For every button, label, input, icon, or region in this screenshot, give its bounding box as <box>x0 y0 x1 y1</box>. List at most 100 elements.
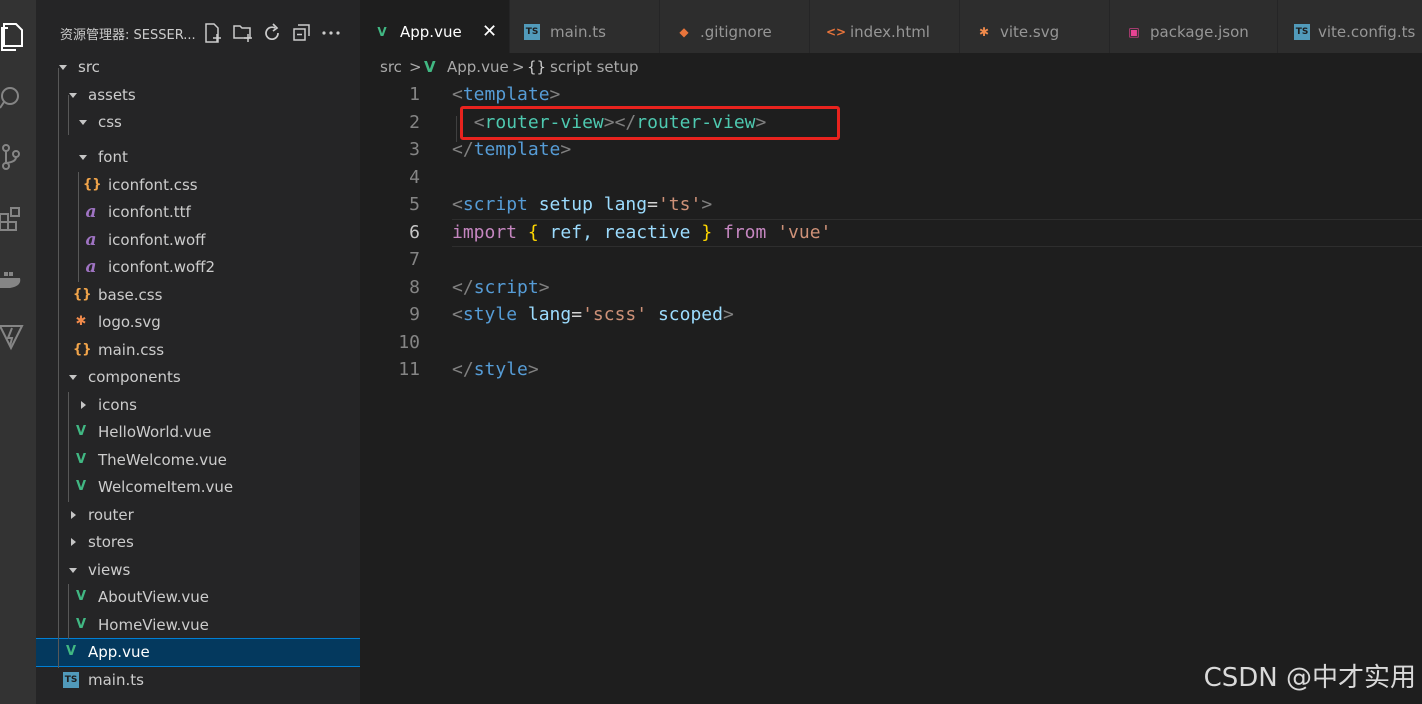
code-line-1: <template> <box>452 84 561 105</box>
chevron-down-icon[interactable] <box>68 563 78 577</box>
code-line-3: </template> <box>452 139 572 160</box>
docker-icon[interactable] <box>0 264 28 294</box>
tree-item-label: router <box>88 506 134 524</box>
css-file-icon: {} <box>73 342 92 357</box>
tree-item-label: iconfont.woff <box>108 231 206 249</box>
tree-indent-guide <box>68 584 69 639</box>
tree-item-iconfont-woff2[interactable]: a iconfont.woff2 <box>36 254 360 281</box>
svg-file-icon: ✱ <box>75 314 87 329</box>
explorer-header: 资源管理器: SESSER... <box>36 8 360 54</box>
ts-file-icon: TS <box>1294 24 1310 40</box>
tree-item-thewelcome-vue[interactable]: V TheWelcome.vue <box>36 447 360 474</box>
collapse-all-icon[interactable] <box>291 22 313 44</box>
line-number: 5 <box>409 194 420 215</box>
tree-item-iconfont-woff[interactable]: a iconfont.woff <box>36 227 360 254</box>
ts-file-icon: TS <box>524 24 540 40</box>
breadcrumb-folder[interactable]: src <box>380 58 402 76</box>
vue-file-icon: V <box>75 424 87 439</box>
tab-label: App.vue <box>400 23 462 41</box>
more-actions-icon[interactable] <box>320 22 342 44</box>
breadcrumb-file[interactable]: App.vue <box>447 58 509 76</box>
tree-item-label: css <box>98 113 122 131</box>
tree-item-assets[interactable]: assets <box>36 82 360 109</box>
tab-index-html[interactable]: <> index.html <box>810 0 960 53</box>
tree-item-logo-svg[interactable]: ✱ logo.svg <box>36 309 360 336</box>
chevron-down-icon[interactable] <box>78 115 88 129</box>
tree-item-main-ts[interactable]: TS main.ts <box>36 667 360 694</box>
chevron-down-icon[interactable] <box>68 88 78 102</box>
tree-item-helloworld-vue[interactable]: V HelloWorld.vue <box>36 419 360 446</box>
vue-file-icon: V <box>65 644 77 659</box>
chevron-right-icon[interactable] <box>78 398 88 412</box>
tab-main-ts[interactable]: TS main.ts <box>510 0 660 53</box>
tab-label: vite.svg <box>1000 23 1060 41</box>
search-icon[interactable] <box>0 82 28 112</box>
chevron-right-icon[interactable] <box>68 508 78 522</box>
new-file-icon[interactable] <box>202 22 224 44</box>
tree-indent-guide <box>78 172 79 282</box>
line-number: 8 <box>409 277 420 298</box>
tree-item-welcomeitem-vue[interactable]: V WelcomeItem.vue <box>36 474 360 501</box>
tree-item-aboutview-vue[interactable]: V AboutView.vue <box>36 584 360 611</box>
tree-item-label: iconfont.woff2 <box>108 258 216 276</box>
tree-indent-guide <box>68 95 69 135</box>
tree-item-label: main.ts <box>88 671 144 689</box>
extensions-icon[interactable] <box>0 202 28 232</box>
tab-label: main.ts <box>550 23 606 41</box>
vue-file-icon: V <box>75 589 87 604</box>
tree-item-stores[interactable]: stores <box>36 529 360 556</box>
tree-indent-guide <box>68 392 69 502</box>
breadcrumb-symbol[interactable]: script setup <box>550 58 639 76</box>
explorer-icon[interactable] <box>0 22 28 52</box>
vite-icon[interactable] <box>0 322 28 352</box>
chevron-down-icon[interactable] <box>78 150 88 164</box>
highlight-annotation-box <box>460 106 840 140</box>
breadcrumb-separator: > <box>409 58 422 76</box>
font-file-icon: a <box>85 202 97 222</box>
code-editor[interactable]: 1 2 3 4 5 6 7 8 9 10 11 <template> <router-view></… <box>360 80 1422 704</box>
line-number: 1 <box>409 84 420 105</box>
tree-item-label: main.css <box>98 341 165 359</box>
svg-file-icon: ✱ <box>978 25 990 39</box>
tab-label: .gitignore <box>700 23 772 41</box>
breadcrumb-separator: > <box>512 58 525 76</box>
tree-item-views[interactable]: views <box>36 557 360 584</box>
tree-indent-guide <box>58 68 59 668</box>
tab-package-json[interactable]: ▣ package.json <box>1110 0 1278 53</box>
tree-item-label: iconfont.css <box>108 176 198 194</box>
tree-item-homeview-vue[interactable]: V HomeView.vue <box>36 612 360 639</box>
tree-item-label: views <box>88 561 131 579</box>
tree-item-src[interactable]: src <box>36 54 360 81</box>
tree-item-iconfont-css[interactable]: {} iconfont.css <box>36 172 360 199</box>
tree-item-label: font <box>98 148 128 166</box>
tab-gitignore[interactable]: ◆ .gitignore <box>660 0 810 53</box>
tree-item-router[interactable]: router <box>36 502 360 529</box>
tree-item-base-css[interactable]: {} base.css <box>36 282 360 309</box>
tab-label: vite.config.ts <box>1318 23 1416 41</box>
explorer-title: 资源管理器: SESSER... <box>60 28 196 43</box>
code-line-6: import { ref, reactive } from 'vue' <box>452 222 832 243</box>
close-icon[interactable]: ✕ <box>482 21 497 42</box>
tree-item-font[interactable]: font <box>36 144 360 171</box>
tab-vite-svg[interactable]: ✱ vite.svg <box>960 0 1110 53</box>
tree-item-components[interactable]: components <box>36 364 360 391</box>
refresh-icon[interactable] <box>261 22 283 44</box>
editor-tab-bar: V App.vue ✕ TS main.ts ◆ .gitignore <> index.htm… <box>360 0 1422 53</box>
chevron-right-icon[interactable] <box>68 535 78 549</box>
tree-item-label: logo.svg <box>98 313 161 331</box>
source-control-icon[interactable] <box>0 142 28 172</box>
font-file-icon: a <box>85 257 97 277</box>
package-icon: ▣ <box>1128 25 1140 39</box>
tab-vite-config-ts[interactable]: TS vite.config.ts <box>1278 0 1422 53</box>
tab-label: package.json <box>1150 23 1249 41</box>
chevron-down-icon[interactable] <box>58 60 68 74</box>
chevron-down-icon[interactable] <box>68 370 78 384</box>
tree-item-css[interactable]: css <box>36 109 360 136</box>
new-folder-icon[interactable] <box>232 22 254 44</box>
tree-item-iconfont-ttf[interactable]: a iconfont.ttf <box>36 199 360 226</box>
line-number: 10 <box>398 332 420 353</box>
tab-app-vue[interactable]: V App.vue ✕ <box>360 0 510 53</box>
tree-item-icons[interactable]: icons <box>36 392 360 419</box>
tree-item-app-vue[interactable]: V App.vue <box>36 638 360 667</box>
tree-item-main-css[interactable]: {} main.css <box>36 337 360 364</box>
